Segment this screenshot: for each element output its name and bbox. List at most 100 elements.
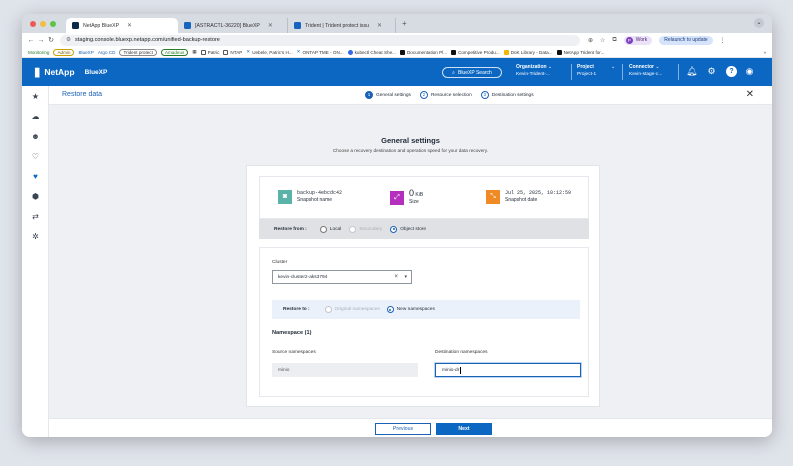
step-destination-settings[interactable]: 3 Destination settings — [480, 91, 534, 99]
bookmark-folder-ntap[interactable]: NTAP — [223, 49, 243, 55]
mobility-icon[interactable]: ⇄ — [30, 211, 41, 222]
tab-netapp-bluexp[interactable]: NetApp BlueXP ✕ — [66, 18, 178, 33]
left-nav-sidebar: ★ ☁ ☻ ♡ ♥ ⬢ ⇄ ✲ — [22, 86, 49, 437]
step-number: 2 — [419, 91, 428, 99]
minimize-window-button[interactable] — [40, 20, 46, 27]
bookmark-kubectl[interactable]: kubectl Cheat She... — [347, 49, 396, 55]
forward-arrow-icon[interactable]: → — [36, 37, 46, 44]
source-namespace-value: minio — [278, 367, 290, 373]
protection-shield-icon[interactable]: ♥ — [30, 171, 41, 182]
step-label: Resource selection — [430, 92, 472, 98]
chevron-down-icon[interactable]: ⌄ — [611, 64, 615, 71]
maximize-window-button[interactable] — [50, 20, 56, 27]
source-namespaces-label: Source namespaces — [272, 350, 316, 355]
storage-icon[interactable]: ☁ — [30, 111, 41, 122]
bookmark-label: NTAP — [230, 49, 243, 55]
chevron-down-icon[interactable]: ▾ — [404, 274, 407, 280]
bookmark-dok-library[interactable]: DoK Library - Data... — [503, 49, 553, 55]
clear-icon[interactable]: × — [394, 274, 398, 280]
dok-icon — [503, 49, 509, 55]
extensions-icon[interactable]: ✲ — [30, 231, 41, 242]
resize-icon: ⤢ — [390, 191, 404, 205]
bookmark-documentation[interactable]: Documentation Pl... — [399, 49, 447, 55]
bookmark-amadeus[interactable]: Amadeus — [160, 48, 189, 56]
zoom-icon[interactable]: ⊕ — [588, 37, 593, 44]
url-field[interactable]: ⚙ staging.console.bluexp.netapp.com/unif… — [60, 34, 580, 46]
restore-to-new-radio[interactable]: New namespaces — [386, 306, 435, 313]
wizard-steps: 1 General settings 2 Resource selection … — [365, 91, 534, 99]
restore-to-original-radio[interactable]: Original namespaces — [324, 306, 380, 313]
browser-window: NetApp BlueXP ✕ [ASTRACTL-36220] BlueXP … — [22, 14, 772, 437]
favorites-star-icon[interactable]: ★ — [30, 91, 41, 102]
bookmark-netapp-trident[interactable]: NetApp Trident for... — [556, 49, 604, 55]
project-value: Project-1 — [577, 72, 597, 77]
governance-icon[interactable]: ♡ — [30, 151, 41, 162]
calendar-icon: ⤡ — [486, 190, 500, 204]
bluexp-search-button[interactable]: ⌕ BlueXP Search — [442, 67, 502, 78]
back-arrow-icon[interactable]: ← — [26, 37, 36, 44]
bookmark-star-icon[interactable]: ☆ — [600, 37, 605, 44]
cluster-select[interactable]: kevin-cluster2-aks3794 × ▾ — [272, 270, 412, 284]
tab-label: Trident | Trident protect issu — [305, 22, 370, 29]
close-tab-icon[interactable]: ✕ — [127, 22, 132, 29]
tab-trident-issue[interactable]: Trident | Trident protect issu ✕ — [288, 18, 396, 33]
connector-selector[interactable]: Connector ⌄ Kevin-stage-c... — [629, 64, 662, 78]
gear-icon[interactable]: ⚙ — [706, 66, 717, 77]
step-number: 3 — [480, 91, 489, 99]
chevron-down-icon: ⌄ — [655, 65, 660, 70]
organization-selector[interactable]: Organization ⌄ Kevin-Trident-... — [516, 64, 552, 78]
tab-jira-issue[interactable]: [ASTRACTL-36220] BlueXP ✕ — [178, 18, 288, 33]
bookmark-uebele[interactable]: ✕ Uebele, Patric's H... — [246, 49, 292, 55]
restore-from-local-radio[interactable]: Local — [319, 225, 341, 233]
new-tab-button[interactable]: + — [402, 19, 407, 28]
step-resource-selection[interactable]: 2 Resource selection — [419, 91, 472, 99]
bookmark-trident-protect[interactable]: Trident protect — [119, 48, 157, 56]
reload-icon[interactable]: ↻ — [46, 36, 56, 44]
bell-icon[interactable]: 🔔︎ — [686, 66, 697, 77]
tab-strip: NetApp BlueXP ✕ [ASTRACTL-36220] BlueXP … — [22, 14, 772, 33]
project-label: Project — [577, 64, 594, 70]
site-info-icon[interactable]: ⚙ — [66, 37, 71, 43]
user-icon[interactable]: ◉ — [744, 66, 755, 77]
close-window-button[interactable] — [30, 20, 36, 27]
help-icon[interactable]: ? — [726, 66, 737, 77]
previous-button[interactable]: Previous — [375, 423, 431, 435]
health-icon[interactable]: ☻ — [30, 131, 41, 142]
bookmarks-bar: Monitoring Admin BlueXP Argo CD Trident … — [22, 47, 772, 58]
section-heading: General settings — [381, 136, 440, 145]
folder-icon — [200, 49, 206, 55]
close-tab-icon[interactable]: ✕ — [377, 22, 382, 29]
snapshot-name-label: Snapshot name — [297, 197, 333, 203]
kubernetes-icon — [347, 49, 353, 55]
radio-label: Secondary — [359, 226, 383, 232]
folder-icon — [223, 49, 229, 55]
profile-button[interactable]: P Work — [623, 35, 653, 45]
next-button[interactable]: Next — [436, 423, 492, 435]
radio-label: Original namespaces — [334, 307, 380, 312]
restore-from-object-store-radio[interactable]: Object store — [390, 225, 426, 233]
tab-search-chevron-icon[interactable]: ⌄ — [754, 18, 764, 28]
close-icon[interactable]: ✕ — [746, 89, 754, 100]
close-tab-icon[interactable]: ✕ — [268, 22, 273, 29]
jira-favicon-icon — [184, 22, 191, 29]
workloads-icon[interactable]: ⬢ — [30, 191, 41, 202]
bookmark-bluexp[interactable]: BlueXP — [78, 50, 93, 55]
step-general-settings[interactable]: 1 General settings — [365, 91, 411, 99]
more-bookmarks-chevron-icon[interactable]: » — [763, 50, 766, 55]
source-namespace-field: minio — [272, 363, 418, 377]
netapp-logo[interactable]: ▐▌ NetApp — [32, 67, 75, 77]
step-label: Destination settings — [491, 92, 534, 98]
destination-namespace-input[interactable]: minio-dr — [435, 363, 581, 377]
bookmark-monitoring[interactable]: Monitoring — [28, 50, 49, 55]
bookmark-folder-patric[interactable]: Patric — [200, 49, 219, 55]
extensions-icon[interactable]: ⧉ — [612, 37, 616, 44]
browser-menu-icon[interactable]: ⋮ — [720, 37, 726, 44]
text-caret — [460, 366, 461, 374]
relaunch-button[interactable]: Relaunch to update — [659, 35, 713, 45]
bookmark-admin[interactable]: Admin — [53, 48, 75, 56]
bookmark-competitive[interactable]: Competitive Produ... — [451, 49, 500, 55]
apps-grid-icon[interactable]: ▦ — [192, 49, 196, 55]
bookmark-argocd[interactable]: Argo CD — [98, 50, 116, 55]
toolbar-icons: ⊕ ☆ ⧉ P Work Relaunch to update ⋮ — [588, 35, 726, 45]
bookmark-ontap-tme[interactable]: ✕ ONTAP TME - ON... — [297, 49, 344, 55]
